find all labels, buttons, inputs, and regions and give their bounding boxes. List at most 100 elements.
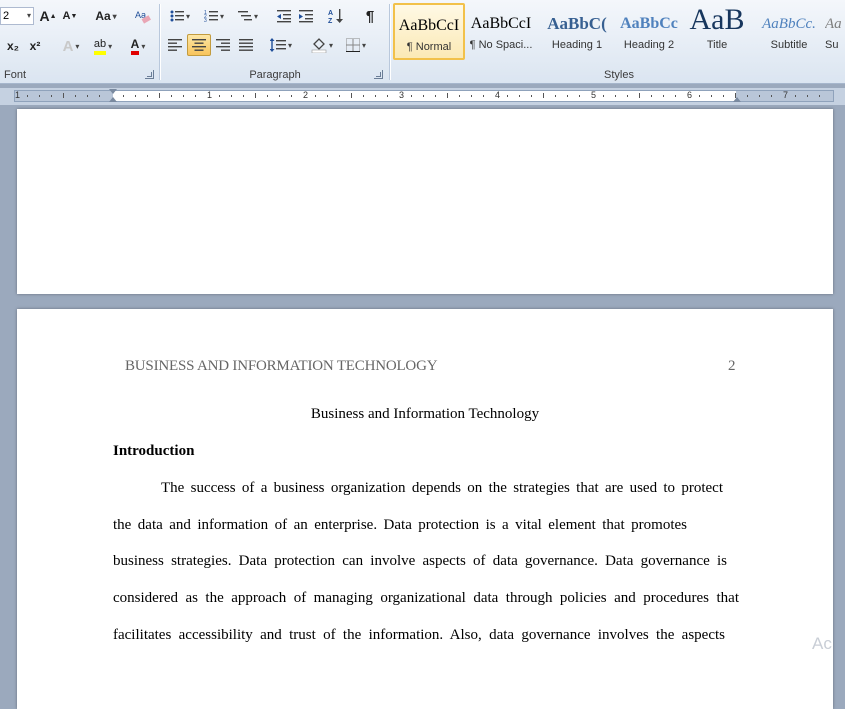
paragraph-dialog-launcher[interactable]: [374, 70, 383, 79]
ruler-tick: [375, 95, 376, 97]
ruler-tick: [627, 95, 628, 97]
ruler-tick: [267, 95, 268, 97]
clear-format-icon: Aa: [135, 10, 151, 24]
ruler-tick: [423, 95, 424, 97]
style-sample: Aa: [825, 16, 842, 32]
ruler-tick: [123, 95, 124, 97]
section-heading: Introduction: [113, 443, 195, 459]
ruler-tick: [603, 95, 604, 97]
style-subtle-emphasis[interactable]: Aa Su: [825, 3, 845, 60]
ruler-tick: [483, 95, 484, 97]
multilevel-list-icon: [237, 11, 252, 21]
horizontal-ruler[interactable]: 1 1 2 3 4 5 6 7: [0, 88, 845, 105]
shrink-font-button[interactable]: A ▼: [60, 5, 80, 27]
svg-text:3: 3: [204, 18, 207, 23]
ruler-tick: [327, 95, 328, 97]
clear-format-button[interactable]: Aa: [132, 5, 154, 27]
align-right-button[interactable]: [212, 34, 234, 56]
ruler-tick: [219, 95, 220, 97]
style-subtitle[interactable]: AaBbCc. Subtitle: [753, 3, 825, 60]
style-title[interactable]: AaB Title: [681, 3, 753, 60]
ruler-track: 1 1 2 3 4 5 6 7: [14, 89, 834, 102]
ruler-number: 7: [783, 90, 789, 100]
decrease-indent-button[interactable]: [274, 5, 294, 27]
ruler-tick: [171, 95, 172, 97]
ruler-tick: [747, 95, 748, 97]
superscript-button[interactable]: x²: [26, 35, 44, 57]
shrink-font-icon: A: [62, 10, 71, 22]
grow-font-button[interactable]: A ▲: [38, 5, 58, 27]
grow-font-icon: A: [39, 8, 50, 24]
divider: [159, 4, 160, 80]
subscript-icon: x₂: [6, 39, 19, 53]
ruler-tick: [63, 93, 64, 98]
paragraph-group-label: Paragraph: [249, 69, 301, 81]
left-indent-marker[interactable]: [109, 97, 117, 102]
align-center-button[interactable]: [187, 34, 211, 56]
sort-button[interactable]: AZ: [326, 5, 346, 27]
justify-button[interactable]: [235, 34, 257, 56]
text-effects-button[interactable]: A: [58, 35, 84, 57]
paragraph-line: business strategies. Data protection can…: [113, 553, 727, 569]
paint-bucket-icon: [311, 38, 327, 53]
highlight-button[interactable]: ab: [88, 35, 118, 57]
ruler-tick: [387, 95, 388, 97]
ruler-tick: [447, 93, 448, 98]
sort-icon: AZ: [328, 9, 343, 24]
style-no-spacing[interactable]: AaBbCcI ¶ No Spaci...: [465, 3, 537, 60]
ruler-tick: [615, 95, 616, 97]
first-line-indent-marker[interactable]: [109, 89, 117, 94]
style-sample: AaBbC(: [547, 14, 607, 33]
style-sample: AaBbCcI: [470, 15, 532, 32]
font-dialog-launcher[interactable]: [145, 70, 154, 79]
activation-watermark: Ac: [812, 634, 832, 653]
ruler-tick: [231, 95, 232, 97]
ruler-tick: [351, 93, 352, 98]
shading-button[interactable]: [308, 34, 336, 56]
subscript-button[interactable]: x₂: [4, 35, 22, 57]
ruler-tick: [543, 93, 544, 98]
style-heading-2[interactable]: AaBbCc Heading 2: [613, 3, 685, 60]
styles-group-label: Styles: [604, 69, 634, 81]
chevron-down-icon[interactable]: ▾: [27, 8, 31, 24]
ruler-tick: [579, 95, 580, 97]
style-normal[interactable]: AaBbCcI ¶ Normal: [393, 3, 465, 60]
styles-gallery: AaBbCcI ¶ Normal AaBbCcI ¶ No Spaci... A…: [393, 3, 845, 61]
ruler-tick: [27, 95, 28, 97]
ruler-tick: [363, 95, 364, 97]
change-case-button[interactable]: Aa: [92, 5, 120, 27]
numbering-button[interactable]: 123: [200, 5, 228, 27]
ruler-tick: [639, 93, 640, 98]
paragraph-line: facilitates accessibility and trust of t…: [113, 627, 725, 643]
borders-button[interactable]: [342, 34, 370, 56]
paragraph-line: considered as the approach of managing o…: [113, 590, 739, 606]
page-2[interactable]: BUSINESS AND INFORMATION TECHNOLOGY 2 Bu…: [17, 309, 833, 709]
line-spacing-button[interactable]: [267, 34, 295, 56]
style-name: Heading 2: [623, 39, 675, 51]
ruler-number: 2: [303, 90, 309, 100]
font-color-icon: A: [130, 37, 140, 55]
increase-indent-button[interactable]: [296, 5, 316, 27]
multilevel-list-button[interactable]: [234, 5, 262, 27]
style-sample: AaBbCc: [620, 15, 678, 32]
ruler-tick: [759, 95, 760, 97]
ruler-tick: [819, 95, 820, 97]
ruler-tick: [735, 93, 736, 98]
show-hide-marks-button[interactable]: ¶: [360, 5, 380, 27]
ruler-number: 4: [495, 90, 501, 100]
style-heading-1[interactable]: AaBbC( Heading 1: [541, 3, 613, 60]
justify-icon: [239, 39, 253, 51]
page-1[interactable]: [17, 109, 833, 294]
decrease-indent-icon: [277, 10, 291, 23]
ruler-tick: [519, 95, 520, 97]
style-name: Subtitle: [770, 39, 808, 51]
ruler-tick: [711, 95, 712, 97]
font-size-box[interactable]: 2 ▾: [0, 7, 34, 25]
ruler-tick: [51, 95, 52, 97]
bullets-button[interactable]: [166, 5, 194, 27]
highlight-icon: ab: [93, 38, 107, 55]
align-left-button[interactable]: [164, 34, 186, 56]
font-color-button[interactable]: A: [123, 35, 153, 57]
ruler-tick: [435, 95, 436, 97]
divider: [389, 4, 390, 80]
